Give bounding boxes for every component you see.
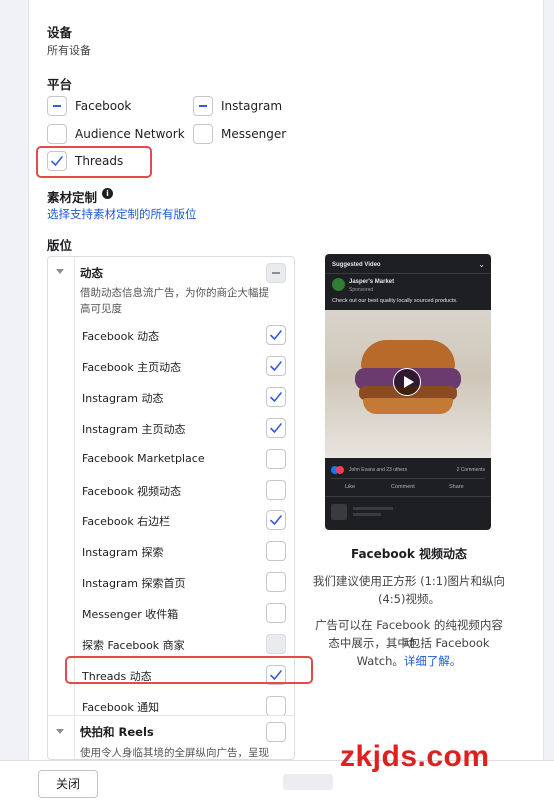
suggested-video-header: Suggested Video (332, 262, 381, 268)
preview-description-text: Watch。 (356, 654, 404, 668)
placement-checkbox-messenger[interactable] (266, 603, 286, 623)
placement-checkbox-instagram[interactable] (266, 541, 286, 561)
collapse-caret-icon[interactable] (56, 269, 64, 274)
check-icon (270, 515, 282, 525)
comments-count: 2 Comments (456, 467, 485, 473)
feeds-group-title: 动态 (80, 266, 103, 280)
info-icon[interactable]: i (102, 188, 113, 199)
reactions-text: John Evans and 23 others (349, 467, 408, 473)
preview-title: Facebook 视频动态 (350, 547, 468, 561)
page-avatar (332, 278, 345, 291)
feeds-description-line1: 借助动态信息流广告，为你的商企大幅提 (80, 287, 269, 299)
learn-more-link[interactable]: 详细了解。 (404, 654, 462, 668)
check-icon (270, 361, 282, 371)
stories-description: 使用令人身临其境的全屏纵向广告，呈现 (80, 747, 269, 759)
placement-label-facebook: Facebook 主页动态 (82, 361, 182, 374)
post-caption: Check out our best quality locally sourc… (332, 298, 458, 304)
device-value[interactable]: 所有设备 (47, 42, 91, 58)
instagram-checkbox[interactable] (193, 96, 213, 116)
blurred-content (283, 774, 333, 790)
audience-network-label: Audience Network (75, 127, 185, 141)
collapse-caret-icon[interactable] (56, 729, 64, 734)
placement-label-instagram: Instagram 主页动态 (82, 423, 186, 436)
placement-checkbox-facebook[interactable] (266, 634, 286, 654)
placement-checkbox-facebook[interactable] (266, 696, 286, 716)
placement-label-facebook-marketplace: Facebook Marketplace (82, 452, 205, 465)
love-reaction-icon (336, 466, 344, 474)
like-action[interactable]: Like (345, 484, 355, 490)
phone-divider (325, 273, 491, 274)
burger-bun-bottom (363, 398, 453, 414)
placement-checkbox-instagram[interactable] (266, 418, 286, 438)
ad-preview-phone: Suggested Video ⌄ Jasper's Market Sponso… (325, 254, 491, 530)
feeds-description-line2: 高可见度 (80, 303, 122, 315)
watermark: zkjds.com (340, 740, 490, 773)
stories-group-title: 快拍和 Reels (80, 725, 154, 739)
facebook-label: Facebook (75, 99, 132, 113)
platform-title: 平台 (47, 77, 73, 92)
messenger-checkbox[interactable] (193, 124, 213, 144)
placement-label-messenger: Messenger 收件箱 (82, 608, 179, 621)
placement-label-instagram: Instagram 动态 (82, 392, 164, 405)
comment-action[interactable]: Comment (391, 484, 415, 490)
device-title: 设备 (47, 25, 73, 40)
asset-customization-title: 素材定制 (47, 190, 98, 205)
check-icon (270, 330, 282, 340)
placement-label-instagram: Instagram 探索首页 (82, 577, 186, 590)
asset-customization-link[interactable]: 选择支持素材定制的所有版位 (47, 206, 197, 222)
placement-checkbox-facebook[interactable] (266, 325, 286, 345)
instagram-label: Instagram (221, 99, 283, 113)
placement-checkbox-facebook-marketplace[interactable] (266, 449, 286, 469)
placement-checkbox-facebook[interactable] (266, 480, 286, 500)
next-post-placeholder (331, 504, 347, 520)
check-icon (270, 423, 282, 433)
placement-label-facebook: Facebook 通知 (82, 701, 160, 714)
placement-checkbox-facebook[interactable] (266, 510, 286, 530)
next-post-placeholder-line (353, 513, 381, 516)
placements-title: 版位 (47, 238, 73, 253)
burger-bun-top (361, 340, 455, 370)
phone-divider (331, 478, 485, 479)
placement-checkbox-instagram[interactable] (266, 572, 286, 592)
placement-checkbox-instagram[interactable] (266, 387, 286, 407)
placement-label-facebook: 探索 Facebook 商家 (82, 639, 185, 652)
placement-label-facebook: Facebook 动态 (82, 330, 160, 343)
placement-label-instagram: Instagram 探索 (82, 546, 164, 559)
phone-divider (325, 496, 491, 497)
share-action[interactable]: Share (449, 484, 464, 490)
close-button[interactable]: 关闭 (38, 770, 98, 798)
preview-recommendation-line1: 我们建议使用正方形 (1:1)图片和纵向 (312, 574, 506, 588)
threads-highlight-box (36, 146, 152, 178)
preview-description-line2: 态中展示，其中包括 Facebook (328, 636, 490, 650)
play-icon[interactable] (393, 368, 421, 396)
threads-feed-highlight-box (65, 656, 313, 684)
facebook-checkbox[interactable] (47, 96, 67, 116)
preview-description-line3: Watch。详细了解。 (311, 652, 507, 670)
placements-panel: 设备 所有设备 平台 Facebook Instagram Audience N… (28, 0, 544, 760)
feeds-group-checkbox[interactable] (266, 263, 286, 283)
video-thumbnail[interactable] (325, 310, 491, 458)
placements-list: 动态 借助动态信息流广告，为你的商企大幅提 高可见度 Facebook 动态 Fa… (47, 256, 295, 760)
page-name: Jasper's Market (349, 279, 395, 285)
chevron-down-icon[interactable]: ⌄ (478, 260, 485, 269)
audience-network-checkbox[interactable] (47, 124, 67, 144)
placement-checkbox-facebook[interactable] (266, 356, 286, 376)
sponsored-label: Sponsored (349, 287, 374, 293)
check-icon (270, 392, 282, 402)
placement-label-facebook: Facebook 视频动态 (82, 485, 182, 498)
placement-label-facebook: Facebook 右边栏 (82, 515, 171, 528)
group-divider (48, 715, 294, 716)
stories-group-checkbox[interactable] (266, 722, 286, 742)
next-post-placeholder-line (353, 507, 393, 510)
preview-recommendation-line2: (4:5)视频。 (378, 592, 440, 606)
messenger-label: Messenger (221, 127, 287, 141)
